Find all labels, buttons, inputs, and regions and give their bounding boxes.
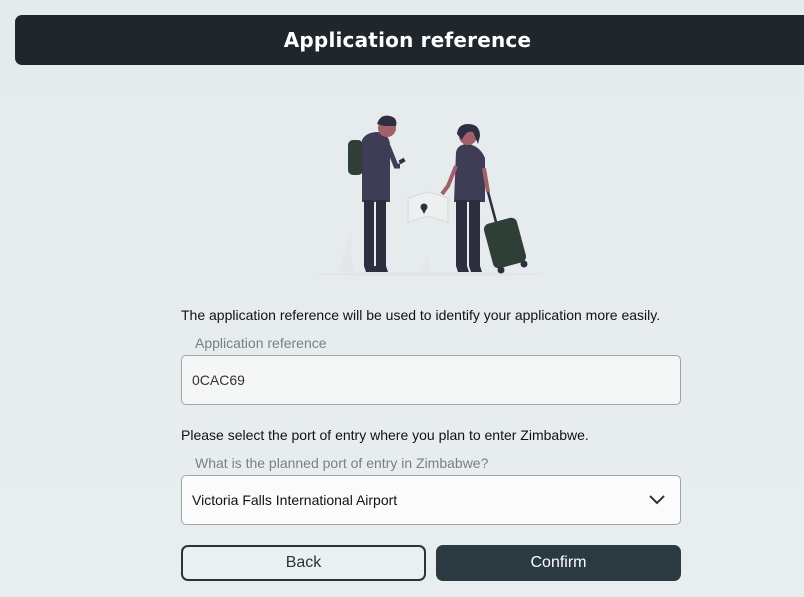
confirm-button[interactable]: Confirm — [436, 545, 681, 581]
port-text: Please select the port of entry where yo… — [181, 427, 589, 443]
chevron-down-icon — [649, 495, 665, 505]
page-title: Application reference — [283, 28, 532, 52]
intro-text: The application reference will be used t… — [181, 307, 661, 323]
reference-input[interactable]: 0CAC69 — [181, 355, 681, 405]
page-header: Application reference — [15, 15, 804, 65]
port-selected-value: Victoria Falls International Airport — [192, 492, 398, 508]
port-of-entry-select[interactable]: Victoria Falls International Airport — [181, 475, 681, 525]
travelers-illustration — [315, 115, 545, 276]
back-button[interactable]: Back — [181, 545, 426, 581]
reference-label: Application reference — [195, 335, 327, 351]
reference-value: 0CAC69 — [192, 372, 245, 388]
port-label: What is the planned port of entry in Zim… — [195, 455, 489, 471]
